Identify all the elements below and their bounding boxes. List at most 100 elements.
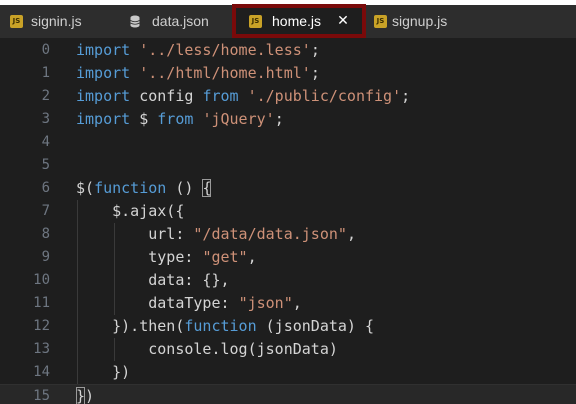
tab-label: data.json (152, 13, 209, 29)
line-number: 14 (33, 364, 50, 380)
code-line[interactable]: 14 }) (0, 361, 576, 384)
code-token: $ (130, 110, 158, 128)
string-token: '../less/home.less' (139, 41, 311, 59)
line-number: 2 (41, 88, 50, 104)
code-token: ; (401, 87, 411, 105)
code-text: import '../less/home.less'; (76, 39, 320, 62)
line-number: 12 (33, 318, 50, 334)
code-token: console.log(jsonData) (76, 340, 338, 358)
keyword-token: import (76, 87, 131, 105)
code-line[interactable]: 1 import '../html/home.html'; (0, 62, 576, 85)
code-text: console.log(jsonData) (76, 338, 338, 361)
code-token: config (130, 87, 203, 105)
code-line[interactable]: 8 url: "/data/data.json", (0, 223, 576, 246)
line-number: 11 (33, 295, 50, 311)
string-token: './public/config' (247, 87, 402, 105)
indent-guide (114, 338, 115, 361)
code-line[interactable]: 10 data: {}, (0, 269, 576, 292)
code-text: import '../html/home.html'; (76, 62, 320, 85)
tab-signin-js[interactable]: JS signin.js (0, 5, 116, 38)
indent-guide (77, 200, 78, 384)
close-icon[interactable]: ✕ (336, 5, 350, 38)
code-line[interactable]: 4 (0, 131, 576, 154)
code-token: type: (76, 248, 203, 266)
line-number: 0 (41, 42, 50, 58)
code-line[interactable]: 5 (0, 154, 576, 177)
code-token: ) (85, 387, 95, 404)
line-number: 6 (41, 180, 50, 196)
keyword-token: import (76, 41, 131, 59)
string-token: 'jQuery' (202, 110, 275, 128)
code-text: type: "get", (76, 246, 257, 269)
line-number: 10 (33, 272, 50, 288)
code-text: import config from './public/config'; (76, 85, 410, 108)
line-number: 8 (41, 226, 50, 242)
code-text: url: "/data/data.json", (76, 223, 356, 246)
line-number: 9 (41, 249, 50, 265)
string-token: "/data/data.json" (193, 225, 347, 243)
matched-bracket: { (202, 179, 212, 197)
code-line[interactable]: 11 dataType: "json", (0, 292, 576, 315)
code-text: import $ from 'jQuery'; (76, 108, 284, 131)
line-number: 13 (33, 341, 50, 357)
tab-data-json[interactable]: data.json (116, 5, 234, 38)
line-number: 4 (41, 134, 50, 150)
tab-label: signin.js (31, 13, 82, 29)
tab-home-js[interactable]: JS home.js ✕ (236, 5, 362, 38)
tab-label: home.js (272, 13, 322, 29)
code-line[interactable]: 2 import config from './public/config'; (0, 85, 576, 108)
code-text: }) (76, 361, 130, 384)
code-line[interactable]: 12 }).then(function (jsonData) { (0, 315, 576, 338)
code-token: , (247, 248, 257, 266)
string-token: "json" (238, 294, 293, 312)
keyword-token: from (157, 110, 194, 128)
code-editor-window: JS signin.js data.json JS home.js ✕ JS s… (0, 0, 576, 404)
matched-bracket: } (76, 387, 86, 404)
code-token: dataType: (76, 294, 239, 312)
js-file-icon: JS (249, 15, 262, 28)
keyword-token: import (76, 110, 131, 128)
code-token: , (346, 225, 356, 243)
code-line[interactable]: 9 type: "get", (0, 246, 576, 269)
code-line[interactable]: 15}) (0, 384, 576, 404)
code-text: dataType: "json", (76, 292, 302, 315)
line-number: 5 (41, 157, 50, 173)
code-text: data: {}, (76, 269, 230, 292)
code-token: ; (274, 110, 284, 128)
database-icon (130, 15, 140, 28)
code-line[interactable]: 0 import '../less/home.less'; (0, 39, 576, 62)
string-token: "get" (202, 248, 248, 266)
code-token: url: (76, 225, 194, 243)
code-token: }) (76, 363, 131, 381)
code-line[interactable]: 7 $.ajax({ (0, 200, 576, 223)
string-token: '../html/home.html' (139, 64, 311, 82)
keyword-token: from (202, 87, 239, 105)
line-number: 1 (41, 65, 50, 81)
indent-guide (114, 223, 115, 315)
code-token: () (166, 179, 203, 197)
tab-signup-js[interactable]: JS signup.js (366, 5, 478, 38)
code-token: $( (76, 179, 95, 197)
code-editor[interactable]: 0 import '../less/home.less'; 1 import '../… (0, 38, 576, 404)
keyword-token: function (184, 317, 257, 335)
code-text: }) (76, 385, 94, 404)
code-line[interactable]: 6 $(function () { (0, 177, 576, 200)
line-number: 3 (41, 111, 50, 127)
line-number: 15 (33, 388, 50, 404)
code-token: }).then( (76, 317, 185, 335)
code-token: (jsonData) { (256, 317, 375, 335)
code-token: $.ajax({ (76, 202, 185, 220)
keyword-token: function (94, 179, 167, 197)
code-token: ; (310, 41, 320, 59)
keyword-token: import (76, 64, 131, 82)
code-token: , (292, 294, 302, 312)
code-token: ; (310, 64, 320, 82)
js-file-icon: JS (374, 15, 387, 28)
code-line[interactable]: 13 console.log(jsonData) (0, 338, 576, 361)
tab-bar: JS signin.js data.json JS home.js ✕ JS s… (0, 5, 576, 38)
code-token: data: {}, (76, 271, 230, 289)
code-line[interactable]: 3 import $ from 'jQuery'; (0, 108, 576, 131)
